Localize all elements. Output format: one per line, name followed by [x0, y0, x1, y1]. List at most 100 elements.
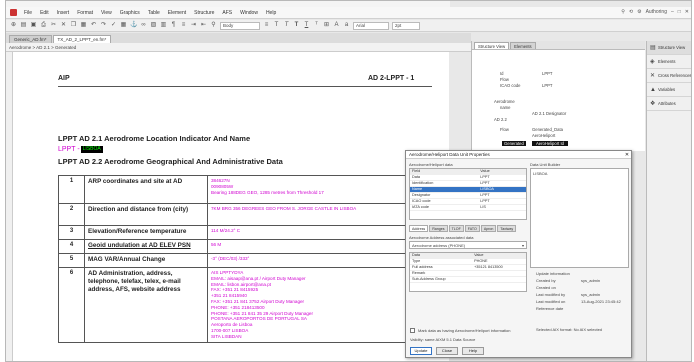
assoc-type-combo[interactable]: Aerodrome address (PHONE) ▾ — [409, 241, 527, 249]
help-button[interactable]: Help — [462, 347, 484, 355]
redo-icon[interactable]: ↷ — [100, 22, 107, 29]
font-size-combo[interactable]: 2pt — [392, 21, 420, 30]
sidebar-item-elements[interactable]: ◈ Elements — [647, 55, 691, 69]
print-icon[interactable]: ⎙ — [40, 22, 47, 29]
sidebar-item-variables[interactable]: ▲ Variables — [647, 83, 691, 97]
tree-node[interactable]: Id — [500, 71, 504, 76]
italic-icon[interactable]: T — [283, 22, 290, 29]
delete-icon[interactable]: ✕ — [60, 22, 67, 29]
undo-icon[interactable]: ↶ — [90, 22, 97, 29]
mark-data-checkbox[interactable] — [410, 328, 415, 333]
tab-tx-ad-2-lppt[interactable]: TX_AD_2_LPPT_en.fm* — [52, 35, 112, 43]
font-size-down-icon[interactable]: a — [343, 22, 350, 29]
anchor-icon[interactable]: ⚓ — [130, 22, 137, 29]
tab-generic-ad[interactable]: Generic_AD.fm* — [9, 35, 52, 43]
menu-element[interactable]: Element — [164, 10, 190, 16]
outdent-icon[interactable]: ⇤ — [200, 22, 207, 29]
tab-fato[interactable]: FATO — [464, 225, 480, 232]
tree-node[interactable]: LPPT — [542, 71, 552, 76]
open-icon[interactable]: ▤ — [20, 22, 27, 29]
menu-file[interactable]: File — [20, 10, 36, 16]
align-icon[interactable]: ⊞ — [323, 22, 330, 29]
row-value[interactable]: 384627N 0090805W Bearing 188DEG GEO, 128… — [207, 175, 434, 204]
row-value[interactable]: AIS LPPTYDYA EMAIL: aisaap@ana.pt / Airp… — [207, 267, 434, 343]
copy-icon[interactable]: ❐ — [70, 22, 77, 29]
row-value[interactable]: 56 M — [207, 239, 434, 254]
new-icon[interactable]: ⊕ — [10, 22, 17, 29]
assoc-data-grid[interactable]: Data Value Type PHONE Full address +35121 8… — [409, 252, 527, 292]
menu-afs[interactable]: AFS — [218, 10, 236, 16]
grid-row[interactable]: Sub-Address Group — [410, 276, 526, 283]
menu-format[interactable]: Format — [73, 10, 97, 16]
list-icon[interactable]: ≡ — [180, 22, 187, 29]
paragraph-icon[interactable]: ¶ — [170, 22, 177, 29]
paragraph-style-combo[interactable]: Body — [220, 21, 260, 30]
row-value[interactable]: 7KM BRG 356 DEGREES GEO FROM S. JORGE CA… — [207, 203, 434, 226]
cut-icon[interactable]: ✂ — [50, 22, 57, 29]
close-icon[interactable]: ✕ — [685, 9, 689, 15]
update-button[interactable]: Update — [410, 347, 432, 355]
close-button[interactable]: Close — [436, 347, 458, 355]
tree-node[interactable]: Generated_Data — [532, 127, 563, 132]
maximize-icon[interactable]: □ — [678, 9, 681, 15]
tree-node-selected[interactable]: Generated — [502, 141, 526, 146]
tree-node[interactable]: AD 2.1 Designator — [532, 111, 566, 116]
document-page[interactable]: AIP AD 2-LPPT - 1 LPPT AD 2.1 Aerodrome … — [6, 52, 449, 361]
row-value[interactable]: 114 M/24.2° C — [207, 225, 434, 240]
search-icon[interactable]: ⚲ — [621, 9, 625, 15]
sidebar-item-structure-view[interactable]: ▤ Structure View — [647, 41, 691, 55]
menu-help[interactable]: Help — [262, 10, 280, 16]
menu-view[interactable]: View — [97, 10, 116, 16]
tab-elements[interactable]: Elements — [510, 42, 536, 49]
indicator-value[interactable]: LISBOA — [80, 146, 103, 153]
save-icon[interactable]: ▣ — [30, 22, 37, 29]
settings-icon[interactable]: ⚙ — [637, 9, 641, 15]
minimize-icon[interactable]: – — [671, 9, 674, 15]
back-icon[interactable]: ⟲ — [629, 9, 633, 15]
tree-node[interactable]: LPPT — [542, 83, 552, 88]
menu-structure[interactable]: Structure — [190, 10, 218, 16]
tab-ranges[interactable]: Ranges — [429, 225, 448, 232]
tree-node[interactable]: name — [500, 105, 510, 110]
sidebar-item-attributes[interactable]: ❖ Attributes — [647, 97, 691, 111]
dialog-close-icon[interactable]: ✕ — [623, 151, 631, 158]
superscript-icon[interactable]: ᵀ — [313, 22, 320, 29]
text-icon[interactable]: T — [273, 22, 280, 29]
tree-node[interactable]: ICAO code — [500, 83, 520, 88]
workspace-switcher[interactable]: Authoring — [646, 9, 667, 15]
field-grid[interactable]: Field Value Data LPPT Identification LPPT N… — [409, 168, 527, 220]
indent-icon[interactable]: ⇥ — [190, 22, 197, 29]
paste-icon[interactable]: ▦ — [80, 22, 87, 29]
menu-graphics[interactable]: Graphics — [116, 10, 144, 16]
underline-icon[interactable]: T — [303, 22, 310, 29]
location-indicator[interactable]: LPPT - LISBOA — [58, 146, 103, 153]
tree-node[interactable]: Aerodrome — [494, 99, 515, 104]
tree-node[interactable]: AeroHeliport — [532, 133, 555, 138]
font-size-up-icon[interactable]: A — [333, 22, 340, 29]
tab-taxiway[interactable]: Taxiway — [497, 225, 517, 232]
link-icon[interactable]: ∞ — [140, 22, 147, 29]
font-family-combo[interactable]: Arial — [353, 21, 389, 30]
tree-node[interactable]: AD 2.2 — [494, 117, 507, 122]
tab-tlof[interactable]: TLOF — [448, 225, 464, 232]
menu-window[interactable]: Window — [236, 10, 262, 16]
menu-insert[interactable]: Insert — [53, 10, 74, 16]
tree-node[interactable]: Flow — [500, 77, 509, 82]
menu-edit[interactable]: Edit — [36, 10, 53, 16]
grid-row[interactable]: IATA code LIS — [410, 204, 526, 211]
bold-icon[interactable]: T — [293, 22, 300, 29]
sidebar-item-cross-references[interactable]: ✕ Cross References — [647, 69, 691, 83]
data-unit-builder[interactable]: LISBOA — [530, 168, 629, 268]
tab-address[interactable]: Address — [409, 225, 429, 232]
tree-node-detail[interactable]: AeroHeliport Id — [532, 141, 568, 146]
tab-structure-view[interactable]: Structure View — [474, 42, 510, 49]
tree-node[interactable]: Flow — [500, 127, 509, 132]
zoom-icon[interactable]: ⚲ — [210, 22, 217, 29]
table-icon[interactable]: ▦ — [120, 22, 127, 29]
spellcheck-icon[interactable]: ✓ — [110, 22, 117, 29]
menu-table[interactable]: Table — [144, 10, 164, 16]
chart-icon[interactable]: ▥ — [160, 22, 167, 29]
align-left-icon[interactable]: ≡ — [263, 22, 270, 29]
tab-apron[interactable]: Apron — [480, 225, 497, 232]
row-value[interactable]: -3° (DEC/03) /333° — [207, 253, 434, 268]
